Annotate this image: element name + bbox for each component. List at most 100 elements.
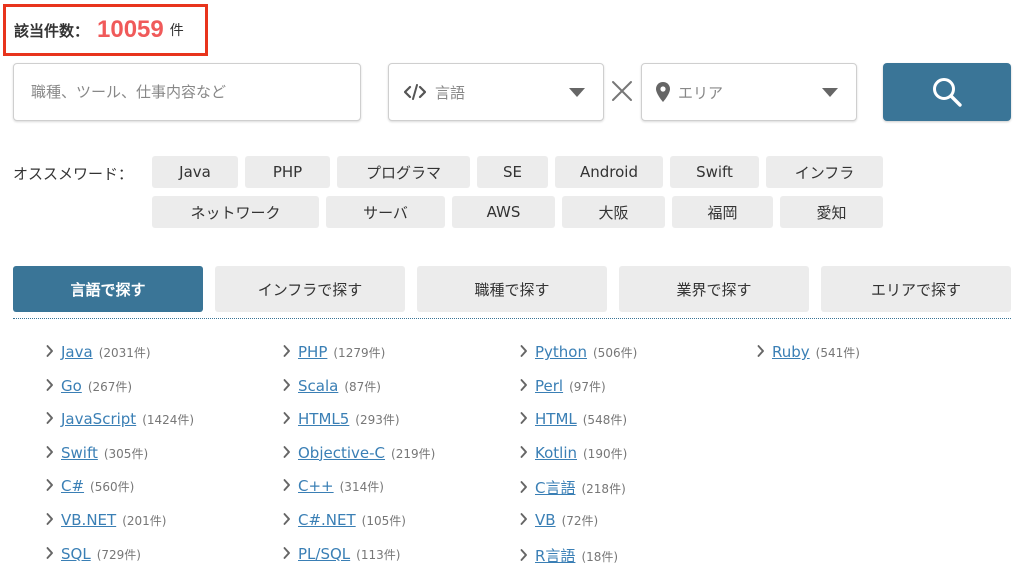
- language-link[interactable]: JavaScript: [61, 410, 136, 428]
- recommend-tag[interactable]: PHP: [245, 156, 330, 188]
- chevron-right-icon: [46, 512, 54, 525]
- language-count: (218件): [581, 482, 626, 497]
- list-item: C++ (314件): [283, 477, 384, 495]
- language-link[interactable]: Ruby: [772, 343, 810, 361]
- language-select[interactable]: 言語: [388, 63, 604, 121]
- list-item: SQL (729件): [46, 545, 141, 563]
- language-link[interactable]: HTML: [535, 410, 577, 428]
- language-count: (305件): [103, 446, 149, 461]
- result-count-label: 該当件数：: [14, 21, 90, 40]
- language-link[interactable]: HTML5: [298, 410, 349, 428]
- language-count: (72件): [561, 514, 599, 528]
- recommend-tag[interactable]: SE: [477, 156, 548, 188]
- language-count: (190件): [583, 446, 628, 461]
- tab-industry[interactable]: 業界で探す: [619, 266, 809, 312]
- times-icon: [612, 81, 632, 101]
- chevron-down-icon: [822, 87, 838, 97]
- list-item: Objective-C (219件): [283, 444, 435, 462]
- chevron-right-icon: [46, 546, 54, 559]
- chevron-right-icon: [283, 378, 291, 391]
- chevron-right-icon: [283, 445, 291, 458]
- language-link[interactable]: C#: [61, 477, 84, 495]
- language-link[interactable]: Perl: [535, 377, 563, 395]
- chevron-right-icon: [46, 344, 54, 357]
- list-item: Perl (97件): [520, 377, 606, 395]
- language-link[interactable]: PL/SQL: [298, 545, 350, 563]
- chevron-right-icon: [520, 481, 528, 494]
- list-item: C言語 (218件): [520, 477, 626, 498]
- recommend-tag[interactable]: 大阪: [562, 196, 665, 228]
- recommend-tag[interactable]: ネットワーク: [152, 196, 319, 228]
- language-link[interactable]: VB.NET: [61, 511, 116, 529]
- recommend-tag[interactable]: 福岡: [672, 196, 773, 228]
- area-select[interactable]: エリア: [641, 63, 857, 121]
- list-item: C# (560件): [46, 477, 134, 495]
- language-count: (201件): [122, 514, 167, 528]
- list-item: R言語 (18件): [520, 545, 618, 566]
- result-count-number: 10059: [97, 16, 164, 43]
- language-link[interactable]: SQL: [61, 545, 91, 563]
- recommend-tag[interactable]: 愛知: [780, 196, 883, 228]
- list-item: Scala (87件): [283, 377, 381, 395]
- list-item: VB.NET (201件): [46, 511, 166, 529]
- list-item: PL/SQL (113件): [283, 545, 400, 563]
- recommend-tag[interactable]: インフラ: [766, 156, 883, 188]
- language-count: (506件): [593, 346, 638, 360]
- language-count: (293件): [355, 413, 400, 428]
- recommend-tag[interactable]: Java: [152, 156, 238, 188]
- search-icon: [933, 78, 962, 107]
- language-link[interactable]: R言語: [535, 545, 575, 566]
- language-link[interactable]: C言語: [535, 477, 575, 498]
- list-item: PHP (1279件): [283, 343, 385, 361]
- code-icon: [395, 84, 435, 100]
- language-count: (18件): [581, 549, 619, 564]
- language-count: (548件): [582, 413, 628, 428]
- recommend-tag[interactable]: AWS: [452, 196, 555, 228]
- language-count: (314件): [339, 480, 384, 495]
- list-item: HTML (548件): [520, 410, 627, 428]
- language-link[interactable]: PHP: [298, 343, 327, 361]
- chevron-right-icon: [520, 412, 528, 425]
- chevron-right-icon: [46, 378, 54, 391]
- chevron-right-icon: [46, 479, 54, 492]
- recommend-tag[interactable]: サーバ: [326, 196, 445, 228]
- tab-area[interactable]: エリアで探す: [821, 266, 1011, 312]
- language-link[interactable]: VB: [535, 511, 556, 529]
- recommend-tag[interactable]: Swift: [670, 156, 759, 188]
- chevron-right-icon: [520, 512, 528, 525]
- language-select-placeholder: 言語: [435, 83, 466, 102]
- language-link[interactable]: Go: [61, 377, 82, 395]
- list-item: Ruby (541件): [757, 343, 860, 361]
- recommend-tag[interactable]: プログラマ: [337, 156, 470, 188]
- language-link[interactable]: Scala: [298, 377, 338, 395]
- tab-language[interactable]: 言語で探す: [13, 266, 203, 312]
- chevron-right-icon: [520, 548, 528, 561]
- language-link[interactable]: Swift: [61, 444, 98, 462]
- list-item: Go (267件): [46, 377, 132, 395]
- language-link[interactable]: Kotlin: [535, 444, 577, 462]
- language-count: (729件): [96, 547, 141, 562]
- language-count: (87件): [344, 379, 381, 394]
- chevron-down-icon: [569, 87, 585, 97]
- tab-job-type[interactable]: 職種で探す: [417, 266, 607, 312]
- language-count: (2031件): [98, 346, 151, 360]
- list-item: HTML5 (293件): [283, 410, 400, 428]
- list-item: JavaScript (1424件): [46, 410, 194, 428]
- language-count: (1279件): [333, 346, 386, 360]
- keyword-search-input[interactable]: [13, 63, 361, 121]
- language-link[interactable]: C++: [298, 477, 334, 495]
- recommend-label: オススメワード：: [13, 165, 134, 183]
- chevron-right-icon: [283, 546, 291, 559]
- language-count: (1424件): [142, 413, 195, 428]
- language-link[interactable]: C#.NET: [298, 511, 356, 529]
- language-link[interactable]: Python: [535, 343, 587, 361]
- recommend-tag[interactable]: Android: [555, 156, 663, 188]
- tab-infra[interactable]: インフラで探す: [215, 266, 405, 312]
- language-count: (267件): [87, 379, 133, 394]
- result-count-box: 該当件数： 10059 件: [3, 4, 208, 56]
- language-link[interactable]: Objective-C: [298, 444, 385, 462]
- chevron-right-icon: [757, 344, 765, 357]
- search-button[interactable]: [883, 63, 1011, 121]
- language-link[interactable]: Java: [61, 343, 93, 361]
- area-select-placeholder: エリア: [678, 83, 724, 102]
